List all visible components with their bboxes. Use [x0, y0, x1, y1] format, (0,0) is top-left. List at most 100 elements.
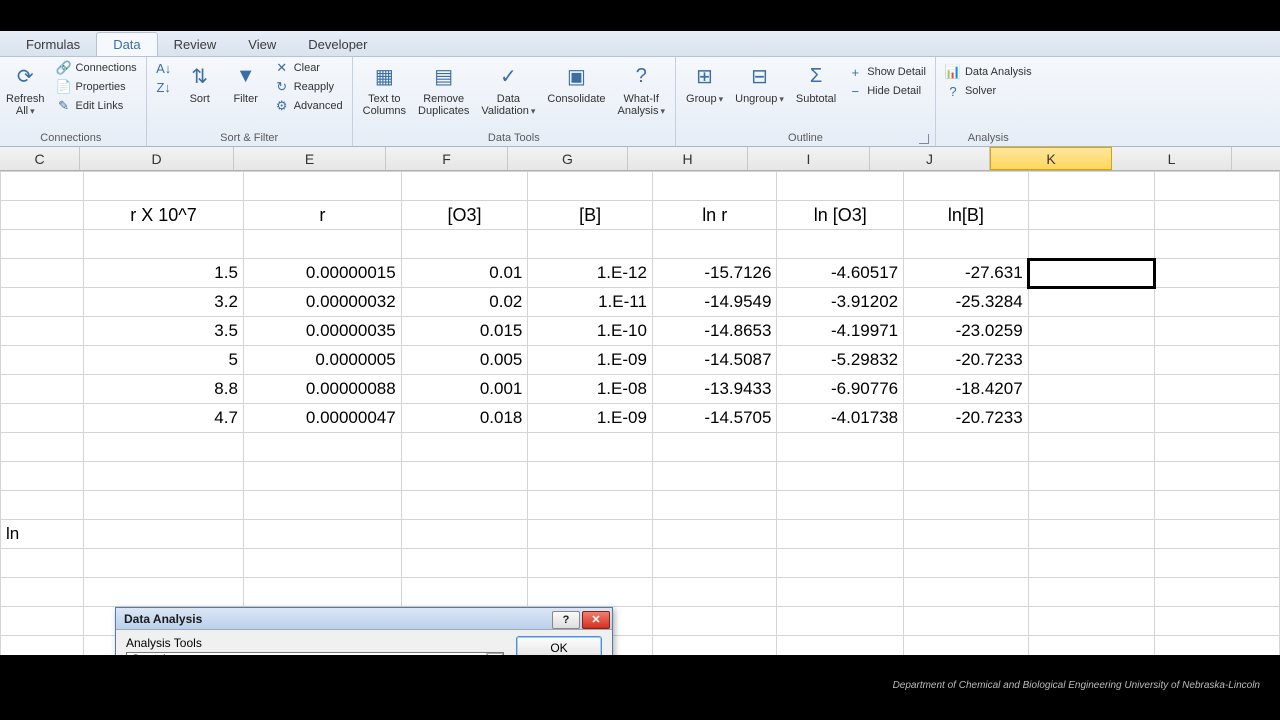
consolidate-icon: ▣	[561, 61, 591, 91]
group-button[interactable]: ⊞Group	[682, 59, 727, 107]
data-analysis-button[interactable]: 📊Data Analysis	[942, 63, 1035, 81]
remove-duplicates-icon: ▤	[429, 61, 459, 91]
filter-button[interactable]: ▼Filter	[225, 59, 267, 107]
cell[interactable]: [B]	[528, 201, 653, 230]
cell[interactable]: ln[B]	[904, 201, 1029, 230]
remove-duplicates-button[interactable]: ▤Remove Duplicates	[414, 59, 473, 119]
text-to-columns-icon: ▦	[369, 61, 399, 91]
tab-developer[interactable]: Developer	[292, 33, 383, 56]
sort-desc-button[interactable]: Z↓	[153, 78, 175, 96]
table-row	[1, 578, 1280, 607]
col-header-I[interactable]: I	[748, 147, 870, 170]
cell[interactable]: ln r	[652, 201, 777, 230]
sort-asc-button[interactable]: A↓	[153, 59, 175, 77]
cell[interactable]: r X 10^7	[84, 201, 244, 230]
chain-icon: 🔗	[56, 60, 72, 76]
col-header-J[interactable]: J	[870, 147, 990, 170]
show-detail-icon: +	[847, 64, 863, 80]
col-header-C[interactable]: C	[0, 147, 80, 170]
dialog-title: Data Analysis	[124, 612, 202, 626]
col-header-H[interactable]: H	[628, 147, 748, 170]
table-row: ln	[1, 520, 1280, 549]
tab-review[interactable]: Review	[158, 33, 233, 56]
outline-launcher-icon[interactable]	[919, 134, 929, 144]
tab-formulas[interactable]: Formulas	[10, 33, 96, 56]
data-validation-button[interactable]: ✓Data Validation	[477, 59, 539, 119]
reapply-button[interactable]: ↻Reapply	[271, 78, 346, 96]
group-label-outline: Outline	[682, 131, 929, 146]
col-header-G[interactable]: G	[508, 147, 628, 170]
hide-detail-icon: −	[847, 83, 863, 99]
col-header-E[interactable]: E	[234, 147, 386, 170]
consolidate-button[interactable]: ▣Consolidate	[543, 59, 609, 107]
list-label: Analysis Tools	[126, 636, 504, 650]
tab-data[interactable]: Data	[96, 32, 157, 56]
reapply-icon: ↻	[274, 79, 290, 95]
ribbon: ⟳ Refresh All 🔗Connections 📄Properties ✎…	[0, 57, 1280, 147]
properties-button[interactable]: 📄Properties	[53, 78, 140, 96]
cell[interactable]: ln	[1, 520, 84, 549]
advanced-icon: ⚙	[274, 98, 290, 114]
table-row	[1, 230, 1280, 259]
refresh-all-button[interactable]: ⟳ Refresh All	[2, 59, 49, 119]
cell[interactable]: r	[243, 201, 401, 230]
clear-icon: ✕	[274, 60, 290, 76]
help-icon: ?	[563, 614, 570, 626]
edit-links-button[interactable]: ✎Edit Links	[53, 97, 140, 115]
subtotal-icon: Σ	[801, 61, 831, 91]
group-icon: ⊞	[690, 61, 720, 91]
sort-asc-icon: A↓	[156, 60, 172, 76]
subtotal-button[interactable]: ΣSubtotal	[792, 59, 840, 107]
group-label-connections: Connections	[2, 131, 140, 146]
table-row	[1, 172, 1280, 201]
table-row: 50.00000050.0051.E-09-14.5087-5.29832-20…	[1, 346, 1280, 375]
col-header-K[interactable]: K	[990, 147, 1112, 170]
solver-icon: ?	[945, 83, 961, 99]
spreadsheet-grid[interactable]: r X 10^7 r [O3] [B] ln r ln [O3] ln[B] 1…	[0, 171, 1280, 655]
sort-desc-icon: Z↓	[156, 79, 172, 95]
edit-links-icon: ✎	[56, 98, 72, 114]
ungroup-button[interactable]: ⊟Ungroup	[731, 59, 788, 107]
ribbon-tabs: Formulas Data Review View Developer	[0, 31, 1280, 57]
footer: Department of Chemical and Biological En…	[0, 655, 1280, 720]
table-row: 3.50.000000350.0151.E-10-14.8653-4.19971…	[1, 317, 1280, 346]
data-analysis-icon: 📊	[945, 64, 961, 80]
connections-button[interactable]: 🔗Connections	[53, 59, 140, 77]
validation-icon: ✓	[493, 61, 523, 91]
col-header-F[interactable]: F	[386, 147, 508, 170]
close-button[interactable]: ✕	[582, 611, 610, 629]
tab-view[interactable]: View	[232, 33, 292, 56]
col-header-L[interactable]: L	[1112, 147, 1232, 170]
properties-icon: 📄	[56, 79, 72, 95]
table-row: 3.20.000000320.021.E-11-14.9549-3.91202-…	[1, 288, 1280, 317]
table-row: 4.70.000000470.0181.E-09-14.5705-4.01738…	[1, 404, 1280, 433]
clear-filter-button[interactable]: ✕Clear	[271, 59, 346, 77]
table-row: 1.50.000000150.011.E-12-15.7126-4.60517-…	[1, 259, 1280, 288]
text-to-columns-button[interactable]: ▦Text to Columns	[359, 59, 410, 119]
what-if-icon: ?	[626, 61, 656, 91]
table-row	[1, 549, 1280, 578]
col-header-D[interactable]: D	[80, 147, 234, 170]
column-headers: C D E F G H I J K L	[0, 147, 1280, 171]
table-row: 8.80.000000880.0011.E-08-13.9433-6.90776…	[1, 375, 1280, 404]
selected-cell[interactable]	[1028, 259, 1155, 288]
advanced-button[interactable]: ⚙Advanced	[271, 97, 346, 115]
refresh-icon: ⟳	[10, 61, 40, 91]
group-label-data-tools: Data Tools	[359, 131, 669, 146]
cell[interactable]: [O3]	[401, 201, 528, 230]
close-icon: ✕	[591, 613, 600, 626]
sort-button[interactable]: ⇅Sort	[179, 59, 221, 107]
funnel-icon: ▼	[231, 61, 261, 91]
data-analysis-dialog: Data Analysis ? ✕ Analysis Tools Covaria…	[115, 607, 613, 655]
what-if-button[interactable]: ?What-If Analysis	[614, 59, 670, 119]
show-detail-button[interactable]: +Show Detail	[844, 63, 929, 81]
cell[interactable]: ln [O3]	[777, 201, 904, 230]
group-label-analysis: Analysis	[942, 131, 1035, 146]
hide-detail-button[interactable]: −Hide Detail	[844, 82, 929, 100]
dialog-titlebar[interactable]: Data Analysis ? ✕	[116, 608, 612, 630]
ok-button[interactable]: OK	[516, 636, 602, 655]
ungroup-icon: ⊟	[744, 61, 774, 91]
table-row	[1, 491, 1280, 520]
help-button[interactable]: ?	[552, 611, 580, 629]
solver-button[interactable]: ?Solver	[942, 82, 1035, 100]
